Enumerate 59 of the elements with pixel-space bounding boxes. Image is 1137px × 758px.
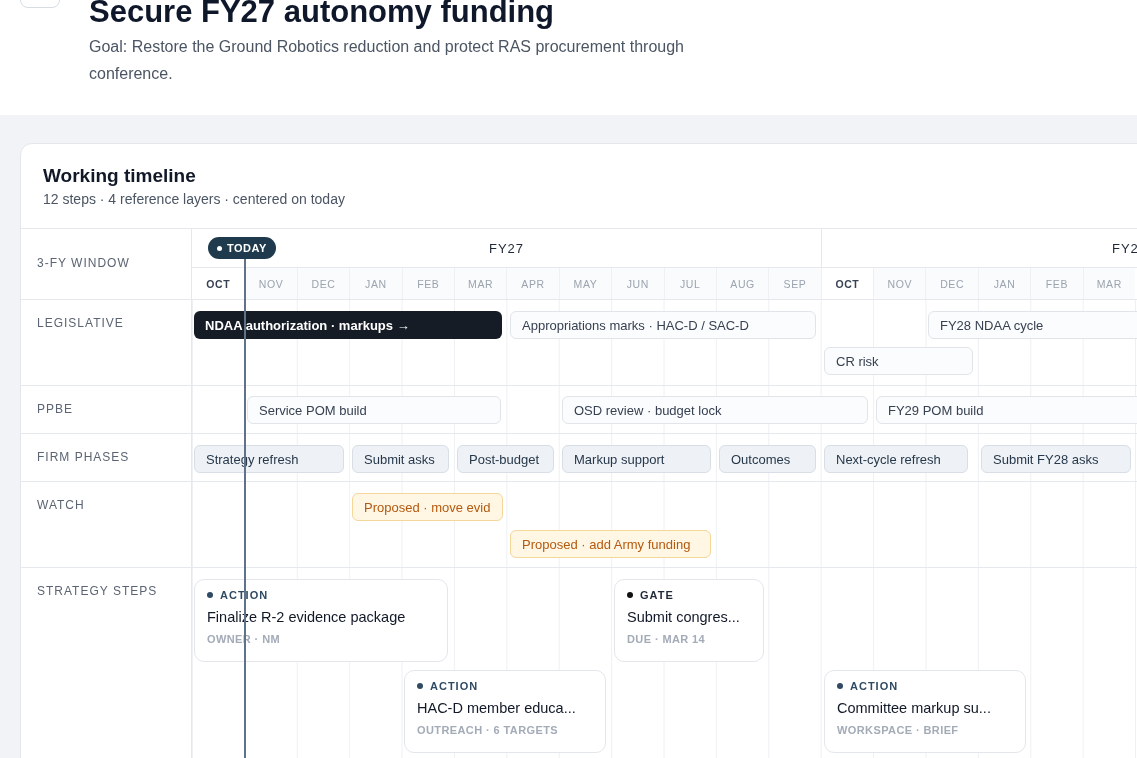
step-tag: GATE — [640, 589, 674, 601]
month-label: JUN — [611, 268, 664, 299]
today-badge: TODAY — [208, 237, 276, 259]
step-card[interactable]: ACTION Committee markup su... WORKSPACE · BRIEF — [824, 670, 1026, 753]
step-title: Submit congres... — [627, 609, 741, 625]
timeline-bar[interactable]: Proposed · add Army funding — [510, 530, 711, 558]
timeline-bar[interactable]: Markup support — [562, 445, 711, 473]
step-card[interactable]: ACTION HAC-D member educa... OUTREACH · 6 TARGETS — [404, 670, 606, 753]
month-label: FEB — [401, 268, 454, 299]
month-label: MAR — [1082, 268, 1136, 299]
lane-label: 3-FY WINDOW — [37, 256, 130, 270]
status-dot-icon — [837, 683, 843, 689]
card-title: Working timeline — [43, 164, 197, 188]
timeline-bar[interactable]: FY29 POM build — [876, 396, 1137, 424]
status-dot-icon — [417, 683, 423, 689]
timeline-bar[interactable]: Submit FY28 asks — [981, 445, 1131, 473]
lane-label: WATCH — [37, 498, 85, 512]
card-subtitle: 12 steps · 4 reference layers · centered on today — [43, 190, 346, 209]
step-meta: WORKSPACE · BRIEF — [837, 724, 960, 736]
step-meta: DUE · MAR 14 — [627, 633, 707, 645]
lane-label: LEGISLATIVE — [37, 316, 124, 330]
timeline-bar[interactable]: Outcomes — [719, 445, 816, 473]
timeline-bar[interactable]: Appropriations marks · HAC-D / SAC-D — [510, 311, 816, 339]
timeline-bar[interactable]: Post-budget — [457, 445, 554, 473]
lane-label: PPBE — [37, 402, 73, 416]
month-label: AUG — [715, 268, 769, 299]
step-tag: ACTION — [850, 680, 899, 692]
timeline-bar[interactable]: Submit asks — [352, 445, 449, 473]
month-label: MAY — [558, 268, 612, 299]
timeline-bar[interactable]: Next-cycle refresh — [824, 445, 968, 473]
step-card[interactable]: GATE Submit congres... DUE · MAR 14 — [614, 579, 764, 662]
timeline-bar[interactable]: FY28 NDAA cycle — [928, 311, 1137, 339]
month-label: JUL — [663, 268, 716, 299]
month-label: MAR — [453, 268, 507, 299]
month-label: FEB — [1030, 268, 1083, 299]
status-dot-icon — [627, 592, 633, 598]
page-title: Secure FY27 autonomy funding — [89, 0, 556, 30]
goal-text: Goal: Restore the Ground Robotics reduction and protect RAS procurement through conference. — [89, 37, 685, 84]
status-dot-icon — [207, 592, 213, 598]
month-label: SEP — [768, 268, 821, 299]
lane-label: FIRM PHASES — [37, 450, 130, 464]
month-label: DEC — [296, 268, 350, 299]
timeline-bar[interactable]: NDAA authorization · markups → — [194, 311, 502, 339]
step-meta: OUTREACH · 6 TARGETS — [417, 724, 560, 736]
fiscal-year-label: FY27 — [488, 240, 525, 256]
lane-label: STRATEGY STEPS — [37, 584, 158, 598]
timeline-bar[interactable]: CR risk — [824, 347, 973, 375]
step-title: HAC-D member educa... — [417, 700, 577, 716]
step-title: Committee markup su... — [837, 700, 992, 716]
month-label: JAN — [977, 268, 1031, 299]
timeline-bar[interactable]: OSD review · budget lock — [562, 396, 868, 424]
timeline-bar[interactable]: Service POM build — [247, 396, 501, 424]
month-label: NOV — [873, 268, 926, 299]
month-label: APR — [506, 268, 559, 299]
month-label: DEC — [925, 268, 978, 299]
step-tag: ACTION — [430, 680, 479, 692]
month-label: NOV — [244, 268, 297, 299]
month-label: JAN — [349, 268, 402, 299]
timeline-bar[interactable]: Proposed · move evid — [352, 493, 503, 521]
